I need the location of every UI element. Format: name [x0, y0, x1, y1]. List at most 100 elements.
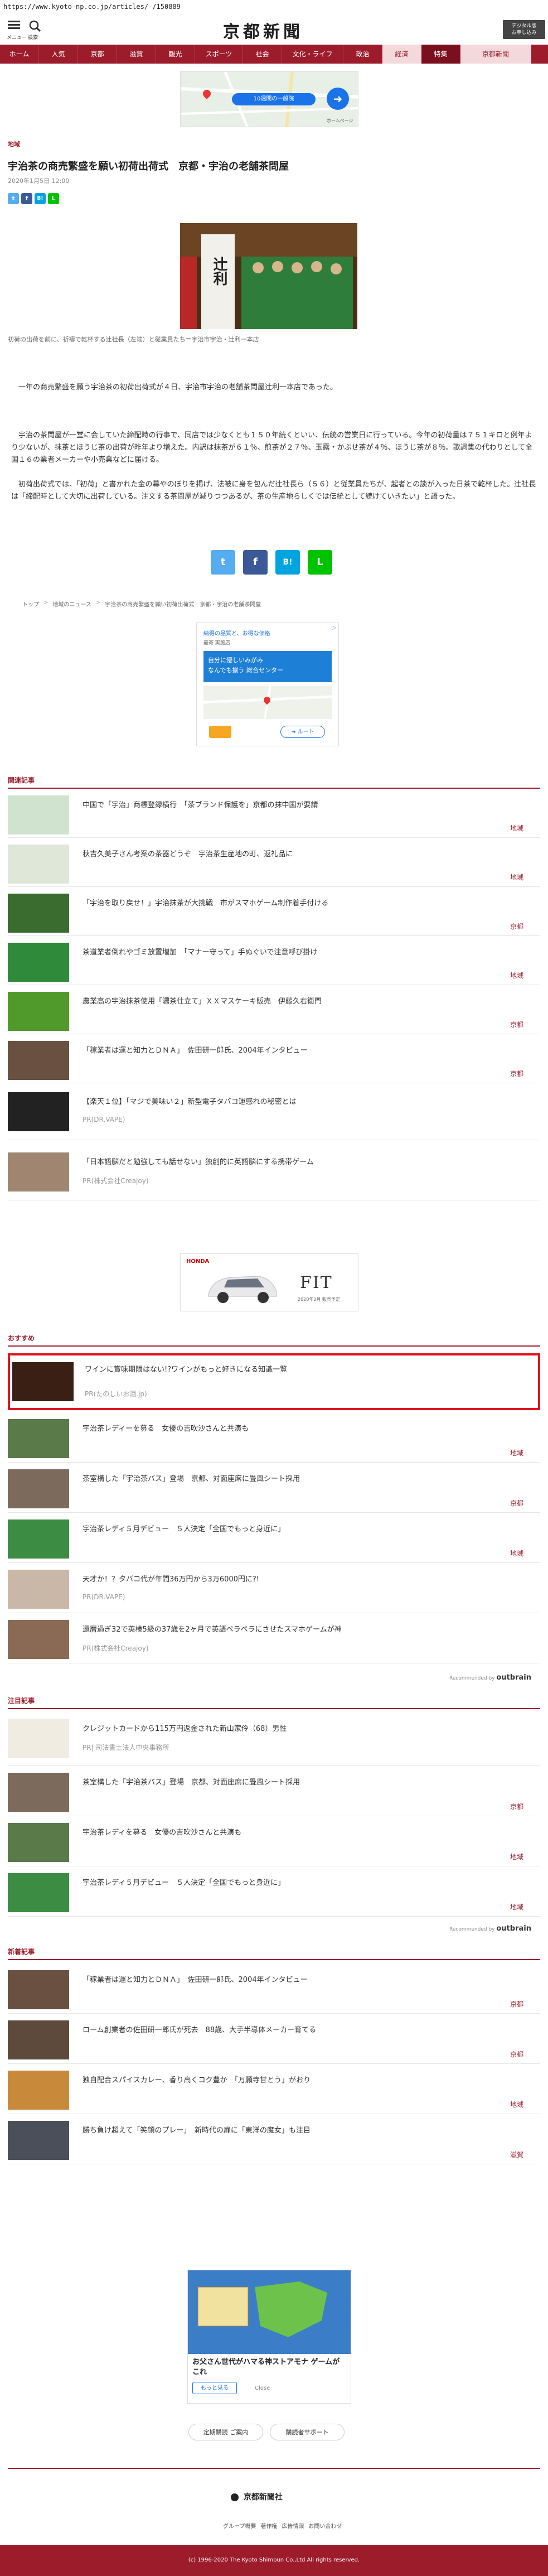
directions-icon[interactable]: ➜ [327, 88, 349, 110]
line-share-large-icon[interactable]: L [308, 550, 332, 575]
recommended-item[interactable]: 茶室構した「宇治茶バス」登場 京都、対面座席に畳風シート採用 京都 [8, 1466, 540, 1513]
featured-item[interactable]: クレジットカードから115万円返金された新山家伶（68）男性 PR| 司法書士法… [8, 1716, 540, 1766]
latest-title[interactable]: ローム創業者の佐田研一郎氏が死去 88歳、大手半導体メーカー育てる [83, 2024, 517, 2034]
recommended-title[interactable]: 宇治茶レディーを募る 女優の吉吹沙さんと共演も [83, 1422, 517, 1433]
recommended-category[interactable]: 京都 [510, 1498, 523, 1508]
subscription-button[interactable]: 定期購読 ご案内 [188, 2424, 263, 2440]
recommended-title[interactable]: ワインに賞味期限はない!?ワインがもっと好きになる知識一覧 [85, 1363, 520, 1374]
related-item[interactable]: 「宇治を取り戻せ！」宇治抹茶が大挑戦 市がスマホゲーム制作着手付ける 京都 [8, 890, 540, 936]
fitness-ad-banner[interactable]: 自分に優しいみがみ なんでも揃う 総合センター [203, 651, 332, 682]
related-title[interactable]: 「宇治を取り戻せ！」宇治抹茶が大挑戦 市がスマホゲーム制作着手付ける [83, 897, 517, 908]
related-item[interactable]: 「日本語脳だと勉強しても話せない」独創的に英語脳にする携帯ゲーム PR(株式会社… [8, 1149, 540, 1200]
recommended-item[interactable]: 還暦過ぎ32で英検5級の37歳を2ヶ月で英語ペラペラにさせたスマホゲームが神 P… [8, 1617, 540, 1663]
nav-sports[interactable]: スポーツ [195, 45, 243, 64]
nav-popular[interactable]: 人気 [39, 45, 78, 64]
map-ad-cta[interactable]: 10週間の一般院 [232, 93, 316, 105]
related-item[interactable]: 【楽天１位】「マジで美味い２」新型電子タバコ運感れの秘密とは PR(DR.VAP… [8, 1089, 540, 1140]
related-title[interactable]: 「日本語脳だと勉強しても話せない」独創的に英語脳にする携帯ゲーム [83, 1156, 517, 1166]
honda-ad[interactable]: HONDA FIT 2020年2月 販売予定 [180, 1253, 358, 1311]
related-item[interactable]: 中国で「宇治」商標登録横行 「茶ブランド保護を」京都の抹中国が要請 地域 [8, 792, 540, 838]
ad-info-icon[interactable]: ▷ [332, 625, 336, 631]
footer-logo[interactable]: 京都新聞社 [231, 2491, 283, 2502]
latest-category[interactable]: 滋賀 [510, 2150, 523, 2159]
related-title[interactable]: 【楽天１位】「マジで美味い２」新型電子タバコ運感れの秘密とは [83, 1096, 517, 1106]
related-category[interactable]: 地域 [510, 971, 523, 980]
featured-category[interactable]: 地域 [510, 1902, 523, 1912]
related-item[interactable]: 「稼業者は運と知力とＤＮＡ」 佐田研一郎氏、2004年インタビュー 京都 [8, 1038, 540, 1083]
latest-category[interactable]: 京都 [510, 2049, 523, 2059]
recommended-item[interactable]: 天才か！？タバコ代が年間36万円から3万6000円に?! PR(DR.VAPE) [8, 1566, 540, 1613]
related-title[interactable]: 「稼業者は運と知力とＤＮＡ」 佐田研一郎氏、2004年インタビュー [83, 1044, 517, 1055]
footer-link[interactable]: 広告情報 [282, 2521, 304, 2530]
hatena-share-icon[interactable]: B! [35, 193, 46, 204]
nav-politics[interactable]: 政治 [343, 45, 382, 64]
nav-special[interactable]: 特集 [421, 45, 460, 64]
outbrain-credit[interactable]: Recommended by outbrain [449, 1924, 531, 1933]
related-title[interactable]: 農業高の宇治抹茶使用「濃茶仕立て」ＸＸマスケーキ販売 伊藤久右衛門 [83, 995, 517, 1006]
related-title[interactable]: 中国で「宇治」商標登録横行 「茶ブランド保護を」京都の抹中国が要請 [83, 799, 517, 809]
nav-economy[interactable]: 経済 [382, 45, 421, 64]
related-category[interactable]: 京都 [510, 1069, 523, 1078]
nav-society[interactable]: 社会 [243, 45, 282, 64]
game-ad-title[interactable]: お父さん世代がハマる神ストアモナ ゲームがこれ [192, 2357, 346, 2377]
breadcrumb-local[interactable]: 地域のニュース [52, 600, 91, 608]
recommended-category[interactable]: 地域 [510, 1448, 523, 1458]
recommended-item-highlight[interactable]: ワインに賞味期限はない!?ワインがもっと好きになる知識一覧 PR(たのしいお酒.… [8, 1353, 540, 1410]
facebook-share-large-icon[interactable]: f [243, 550, 268, 575]
related-category[interactable]: 地域 [510, 823, 523, 833]
latest-item[interactable]: 独自配合スパイスカレー、香り高くコク豊か 「万願寺甘とう」がおり 地域 [8, 2067, 540, 2114]
related-title[interactable]: 秋吉久美子さん考案の茶器どうぞ 宇治茶生産地の町、返礼品に [83, 848, 517, 858]
support-button[interactable]: 購読者サポート [270, 2424, 345, 2440]
featured-item[interactable]: 茶室構した「宇治茶バス」登場 京都、対面座席に畳風シート採用 京都 [8, 1769, 540, 1816]
recommended-title[interactable]: 茶室構した「宇治茶バス」登場 京都、対面座席に畳風シート採用 [83, 1473, 517, 1483]
breadcrumb-top[interactable]: トップ [22, 600, 39, 608]
related-item[interactable]: 秋吉久美子さん考案の茶器どうぞ 宇治茶生産地の町、返礼品に 地域 [8, 841, 540, 887]
site-logo[interactable]: 京都新聞 [223, 18, 303, 42]
featured-category[interactable]: 地域 [510, 1852, 523, 1861]
nav-shiga[interactable]: 滋賀 [117, 45, 156, 64]
latest-title[interactable]: 勝ち負け超えて「笑顔のプレー」 新時代の扉に「東洋の魔女」も注目 [83, 2124, 517, 2135]
game-ad-cta[interactable]: もっと見る [192, 2382, 237, 2394]
featured-title[interactable]: 宇治茶レディを募る 女優の吉吹沙さんと共演も [83, 1826, 517, 1837]
featured-item[interactable]: 宇治茶レディを募る 女優の吉吹沙さんと共演も 地域 [8, 1820, 540, 1866]
outbrain-credit[interactable]: Recommended by outbrain [449, 1673, 531, 1682]
game-ad[interactable]: お父さん世代がハマる神ストアモナ ゲームがこれ もっと見る Close [187, 2270, 351, 2404]
nav-tourism[interactable]: 観光 [156, 45, 195, 64]
latest-title[interactable]: 独自配合スパイスカレー、香り高くコク豊か 「万願寺甘とう」がおり [83, 2074, 517, 2085]
search-button[interactable]: 検索 [28, 20, 48, 41]
route-button[interactable]: ➜ ルート [280, 726, 325, 738]
recommended-item[interactable]: 宇治茶レディーを募る 女優の吉吹沙さんと共演も 地域 [8, 1416, 540, 1463]
latest-item[interactable]: ローム創業者の佐田研一郎氏が死去 88歳、大手半導体メーカー育てる 京都 [8, 2017, 540, 2064]
recommended-title[interactable]: 還暦過ぎ32で英検5級の37歳を2ヶ月で英語ペラペラにさせたスマホゲームが神 [83, 1623, 517, 1634]
related-category[interactable]: 地域 [510, 872, 523, 882]
footer-link[interactable]: 著作権 [260, 2521, 277, 2530]
footer-link[interactable]: グループ概要 [223, 2521, 256, 2530]
facebook-share-icon[interactable]: f [21, 193, 32, 204]
footer-link[interactable]: お問い合わせ [308, 2521, 342, 2530]
latest-category[interactable]: 京都 [510, 1999, 523, 2009]
article-section[interactable]: 地域 [8, 139, 20, 148]
latest-item[interactable]: 「稼業者は運と知力とＤＮＡ」 佐田研一郎氏、2004年インタビュー 京都 [8, 1967, 540, 2014]
recommended-item[interactable]: 宇治茶レディ５月デビュー ５人決定「全国でもっと身近に」 地域 [8, 1516, 540, 1563]
featured-category[interactable]: 京都 [510, 1802, 523, 1811]
latest-item[interactable]: 勝ち負け超えて「笑顔のプレー」 新時代の扉に「東洋の魔女」も注目 滋賀 [8, 2117, 540, 2164]
featured-title[interactable]: 茶室構した「宇治茶バス」登場 京都、対面座席に畳風シート採用 [83, 1776, 517, 1787]
nav-culture[interactable]: 文化・ライフ [282, 45, 343, 64]
recommended-title[interactable]: 宇治茶レディ５月デビュー ５人決定「全国でもっと身近に」 [83, 1523, 517, 1533]
hatena-share-large-icon[interactable]: B! [275, 550, 300, 575]
menu-button[interactable]: メニュー [7, 19, 27, 41]
twitter-share-large-icon[interactable]: t [211, 550, 235, 575]
related-item[interactable]: 農業高の宇治抹茶使用「濃茶仕立て」ＸＸマスケーキ販売 伊藤久右衛門 京都 [8, 988, 540, 1034]
featured-item[interactable]: 宇治茶レディ５月デビュー ５人決定「全国でもっと身近に」 地域 [8, 1870, 540, 1917]
latest-title[interactable]: 「稼業者は運と知力とＤＮＡ」 佐田研一郎氏、2004年インタビュー [83, 1974, 517, 1984]
fitness-ad[interactable]: ▷ 納得の品質と、お得な価格 最寄 実施店 自分に優しいみがみ なんでも揃う 総… [196, 623, 339, 746]
line-share-icon[interactable]: L [48, 193, 59, 204]
recommended-category[interactable]: 地域 [510, 1549, 523, 1558]
recommended-title[interactable]: 天才か！？タバコ代が年間36万円から3万6000円に?! [83, 1573, 517, 1584]
latest-category[interactable]: 地域 [510, 2100, 523, 2109]
nav-home[interactable]: ホーム [0, 45, 39, 64]
map-ad[interactable]: 10週間の一般院 ➜ ホームページ [180, 71, 358, 127]
twitter-share-icon[interactable]: t [8, 193, 19, 204]
game-ad-close[interactable]: Close [255, 2385, 270, 2391]
featured-title[interactable]: クレジットカードから115万円返金された新山家伶（68）男性 [83, 1723, 517, 1733]
